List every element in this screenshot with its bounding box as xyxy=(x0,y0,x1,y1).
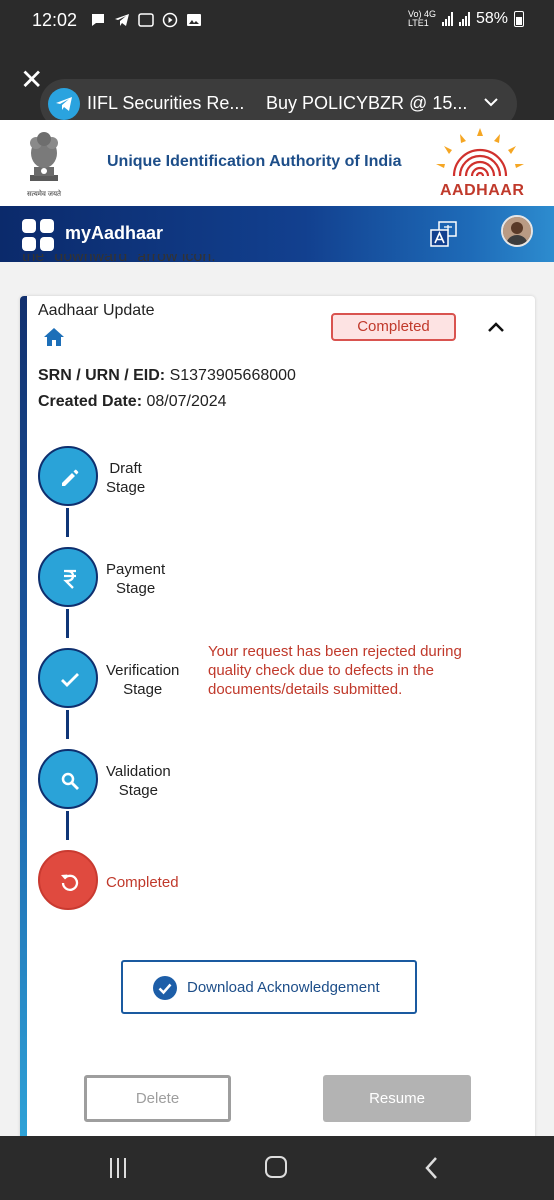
delete-button[interactable]: Delete xyxy=(84,1075,231,1122)
chat-icon xyxy=(90,12,106,28)
notification-banner[interactable]: ✕ IIFL Securities Re... Buy POLICYBZR @ … xyxy=(0,42,554,129)
org-title: Unique Identification Authority of India xyxy=(107,153,402,170)
undo-icon xyxy=(61,874,79,891)
recents-button[interactable] xyxy=(110,1158,126,1178)
card-accent-bar xyxy=(20,296,27,1156)
rupee-icon xyxy=(63,569,76,589)
verification-stage-label: Verification Stage xyxy=(106,662,180,698)
avatar[interactable] xyxy=(501,215,533,247)
national-emblem-logo: सत्यमेव जयते xyxy=(22,127,66,199)
download-acknowledgement-label: Download Acknowledgement xyxy=(187,979,380,996)
instruction-text-partial: the "downward" arrow icon. xyxy=(22,254,216,265)
resume-button[interactable]: Resume xyxy=(323,1075,471,1122)
notification-message: Buy POLICYBZR @ 15... xyxy=(266,93,468,113)
draft-stage-label: Draft Stage xyxy=(106,460,146,496)
play-icon xyxy=(162,12,178,28)
home-icon xyxy=(43,327,65,352)
step-connector xyxy=(66,609,69,638)
aadhaar-logo: AADHAAR xyxy=(430,126,530,202)
telegram-icon xyxy=(114,12,130,28)
validation-stage-step xyxy=(38,749,98,809)
pencil-icon xyxy=(62,469,79,486)
home-button[interactable] xyxy=(265,1156,287,1178)
battery-icon xyxy=(514,11,524,27)
close-icon[interactable]: ✕ xyxy=(20,66,43,94)
completed-stage-step xyxy=(38,850,98,910)
card-title: Aadhaar Update xyxy=(38,302,155,319)
telegram-icon xyxy=(48,88,80,120)
chevron-down-icon[interactable] xyxy=(483,94,499,115)
created-date-value: 08/07/2024 xyxy=(146,393,227,410)
verification-stage-step xyxy=(38,648,98,708)
step-connector xyxy=(66,710,69,739)
created-date-label: Created Date: xyxy=(38,393,143,410)
download-acknowledgement-button[interactable]: Download Acknowledgement xyxy=(121,960,417,1014)
signal-icon xyxy=(441,12,453,26)
srn-label: SRN / URN / EID: xyxy=(38,367,166,384)
check-circle-icon xyxy=(153,976,177,1005)
app-title: myAadhaar xyxy=(65,223,164,243)
system-nav-bar xyxy=(0,1136,554,1200)
gallery-icon xyxy=(186,12,202,28)
status-notification-icons xyxy=(90,12,202,28)
completed-stage-label: Completed xyxy=(106,874,179,891)
language-icon[interactable] xyxy=(430,220,458,248)
payment-stage-label: Payment Stage xyxy=(106,561,166,597)
rejection-message: Your request has been rejected during qu… xyxy=(208,643,462,698)
aadhaar-update-card xyxy=(20,296,535,1156)
signal-icon-2 xyxy=(458,12,470,26)
status-time: 12:02 xyxy=(32,10,78,30)
step-connector xyxy=(66,811,69,840)
chevron-up-icon[interactable] xyxy=(487,320,505,339)
validation-stage-label: Validation Stage xyxy=(106,763,171,799)
srn-line: SRN / URN / EID: S1373905668000 xyxy=(38,367,296,385)
menu-grid-icon[interactable] xyxy=(22,219,54,251)
payment-stage-step xyxy=(38,547,98,607)
check-icon xyxy=(61,673,79,687)
status-badge: Completed xyxy=(331,313,456,341)
status-right-cluster: Vo) 4G LTE1 58% xyxy=(408,10,524,28)
network-type: Vo) 4G LTE1 xyxy=(407,9,436,28)
iifl-app-icon xyxy=(138,12,154,28)
srn-value: S1373905668000 xyxy=(169,367,296,384)
status-bar: 12:02 Vo) 4G LTE1 58% xyxy=(0,0,554,42)
search-icon xyxy=(61,772,79,790)
back-button[interactable] xyxy=(424,1156,440,1185)
draft-stage-step xyxy=(38,446,98,506)
notification-title: IIFL Securities Re... xyxy=(87,93,245,113)
created-date-line: Created Date: 08/07/2024 xyxy=(38,393,227,411)
step-connector xyxy=(66,508,69,537)
uidai-header: सत्यमेव जयते Unique Identification Autho… xyxy=(0,120,554,206)
battery-percent: 58% xyxy=(475,10,508,27)
